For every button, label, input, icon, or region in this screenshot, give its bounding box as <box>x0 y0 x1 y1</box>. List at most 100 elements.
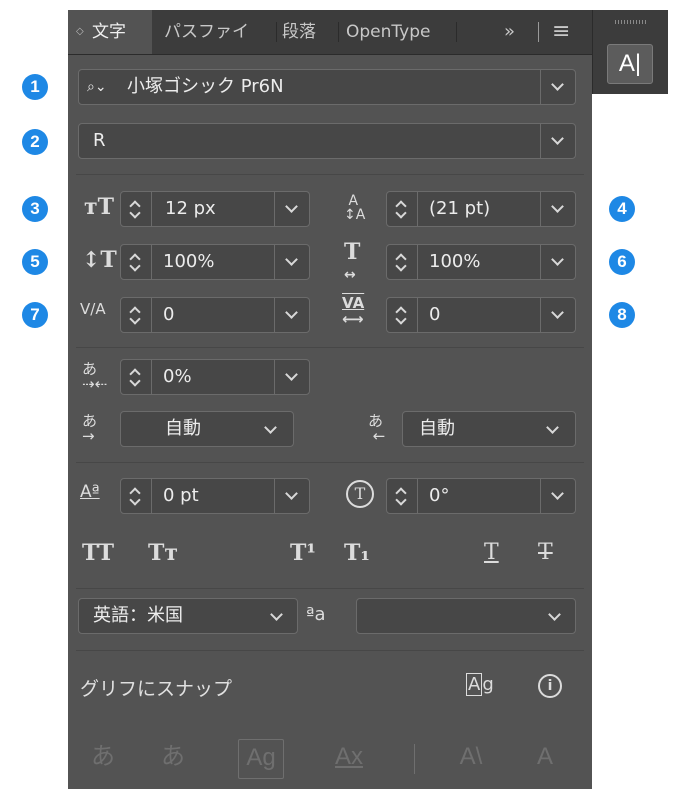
snap-anchor-icon[interactable]: A <box>524 739 566 779</box>
font-size-icon: ᴛT <box>84 194 115 220</box>
aki-left-icon: あ → <box>82 412 98 445</box>
tracking-stepper[interactable] <box>387 298 418 332</box>
strikethrough-button[interactable]: T <box>538 540 553 565</box>
tab-opentype[interactable]: OpenType <box>346 10 450 54</box>
kerning-dropdown[interactable] <box>274 298 309 332</box>
vertical-scale-icon: ↕T <box>82 247 117 273</box>
baseline-shift-dropdown[interactable] <box>274 479 309 513</box>
section-divider <box>76 462 584 463</box>
chevron-down-icon <box>285 200 298 213</box>
snap-angular-icon[interactable]: A\ <box>450 739 492 779</box>
horizontal-scale-stepper[interactable] <box>387 245 418 279</box>
search-icon[interactable]: ⌕⌄ <box>87 70 107 104</box>
font-family-value: 小塚ゴシック Pr6N <box>127 76 284 97</box>
section-divider <box>76 174 584 175</box>
chevron-down-icon <box>264 421 277 434</box>
panel-menu-icon[interactable]: ≡ <box>552 10 576 54</box>
tsume-icon: あ ⇢⇠ <box>82 360 108 393</box>
tracking-value: 0 <box>429 304 441 325</box>
chevron-down-icon <box>285 368 298 381</box>
character-panel: ◇ 文字 パスファイ 段落 OpenType » ≡ ⌕⌄ 小塚ゴシック Pr6… <box>68 10 592 789</box>
chevron-down-icon <box>285 253 298 266</box>
tab-paragraph[interactable]: 段落 <box>282 10 332 54</box>
superscript-button[interactable]: T¹ <box>290 540 316 566</box>
chevron-down-icon <box>551 487 564 500</box>
panel-grip-handle[interactable] <box>615 20 647 24</box>
annotation-badge-5: 5 <box>22 249 48 275</box>
font-family-select[interactable]: ⌕⌄ 小塚ゴシック Pr6N <box>78 69 576 105</box>
font-style-value: R <box>93 130 106 151</box>
language-select[interactable]: 英語：米国 <box>78 598 298 634</box>
tab-divider <box>338 22 339 42</box>
horizontal-scale-field[interactable]: 100% <box>386 244 576 280</box>
tsume-dropdown[interactable] <box>274 360 309 394</box>
antialias-icon: ªa <box>306 604 326 625</box>
underline-button[interactable]: T <box>484 540 499 565</box>
language-value: 英語：米国 <box>93 605 183 626</box>
font-size-field[interactable]: 12 px <box>120 191 310 227</box>
rotation-value: 0° <box>429 485 450 506</box>
info-icon[interactable]: i <box>538 674 562 698</box>
vertical-scale-stepper[interactable] <box>121 245 152 279</box>
antialias-select[interactable] <box>356 598 576 634</box>
kerning-icon: V/A <box>80 300 106 318</box>
tab-bar: ◇ 文字 パスファイ 段落 OpenType » ≡ <box>68 10 592 55</box>
vertical-scale-field[interactable]: 100% <box>120 244 310 280</box>
kerning-stepper[interactable] <box>121 298 152 332</box>
baseline-shift-field[interactable]: 0 pt <box>120 478 310 514</box>
snap-proximity-icon[interactable]: Ax <box>326 739 372 779</box>
rotation-dropdown[interactable] <box>540 479 575 513</box>
tab-path-type[interactable]: パスファイ <box>164 10 272 54</box>
tsume-field[interactable]: 0% <box>120 359 310 395</box>
font-size-value: 12 px <box>165 198 216 219</box>
chevron-down-icon <box>551 253 564 266</box>
font-size-stepper[interactable] <box>121 192 152 226</box>
kerning-value: 0 <box>163 304 175 325</box>
vertical-scale-value: 100% <box>163 251 215 272</box>
aki-left-value: 自動 <box>165 418 201 439</box>
snap-glyph-bounds-icon[interactable]: Ag <box>238 739 284 779</box>
glyph-snap-icon[interactable]: Ag <box>466 673 494 696</box>
annotation-badge-8: 8 <box>609 302 635 328</box>
horizontal-scale-dropdown[interactable] <box>540 245 575 279</box>
tab-overflow-icon[interactable]: » <box>504 10 528 54</box>
vertical-scale-dropdown[interactable] <box>274 245 309 279</box>
leading-stepper[interactable] <box>387 192 418 226</box>
aki-left-select[interactable]: 自動 <box>120 411 294 447</box>
collapse-arrow-icon[interactable]: ◇ <box>76 10 84 54</box>
annotation-badge-4: 4 <box>609 196 635 222</box>
font-style-select[interactable]: R <box>78 123 576 159</box>
tracking-dropdown[interactable] <box>540 298 575 332</box>
rotation-field[interactable]: 0° <box>386 478 576 514</box>
small-caps-button[interactable]: Tт <box>148 540 178 566</box>
horizontal-scale-value: 100% <box>429 251 481 272</box>
annotation-badge-1: 1 <box>22 74 48 100</box>
annotation-badge-2: 2 <box>22 129 48 155</box>
chevron-down-icon <box>285 487 298 500</box>
tracking-field[interactable]: 0 <box>386 297 576 333</box>
leading-dropdown[interactable] <box>540 192 575 226</box>
character-panel-icon[interactable]: A| <box>607 44 653 84</box>
aki-right-select[interactable]: 自動 <box>402 411 576 447</box>
menu-separator <box>538 22 539 42</box>
chevron-down-icon <box>551 306 564 319</box>
tsume-value: 0% <box>163 366 192 387</box>
aki-right-value: 自動 <box>419 418 455 439</box>
font-size-dropdown[interactable] <box>274 192 309 226</box>
snap-baseline-icon[interactable]: あ <box>82 739 124 779</box>
chevron-down-icon <box>546 421 559 434</box>
baseline-shift-icon: Aª <box>80 482 100 502</box>
tab-character[interactable]: ◇ 文字 <box>68 10 152 54</box>
section-divider <box>76 347 584 348</box>
leading-field[interactable]: (21 pt) <box>386 191 576 227</box>
snap-xheight-icon[interactable]: あ <box>152 739 194 779</box>
tsume-stepper[interactable] <box>121 360 152 394</box>
subscript-button[interactable]: T₁ <box>344 540 370 566</box>
all-caps-button[interactable]: TT <box>82 540 114 566</box>
section-divider <box>76 588 584 589</box>
font-family-dropdown[interactable] <box>540 70 575 104</box>
rotation-stepper[interactable] <box>387 479 418 513</box>
font-style-dropdown[interactable] <box>540 124 575 158</box>
kerning-field[interactable]: 0 <box>120 297 310 333</box>
baseline-shift-stepper[interactable] <box>121 479 152 513</box>
